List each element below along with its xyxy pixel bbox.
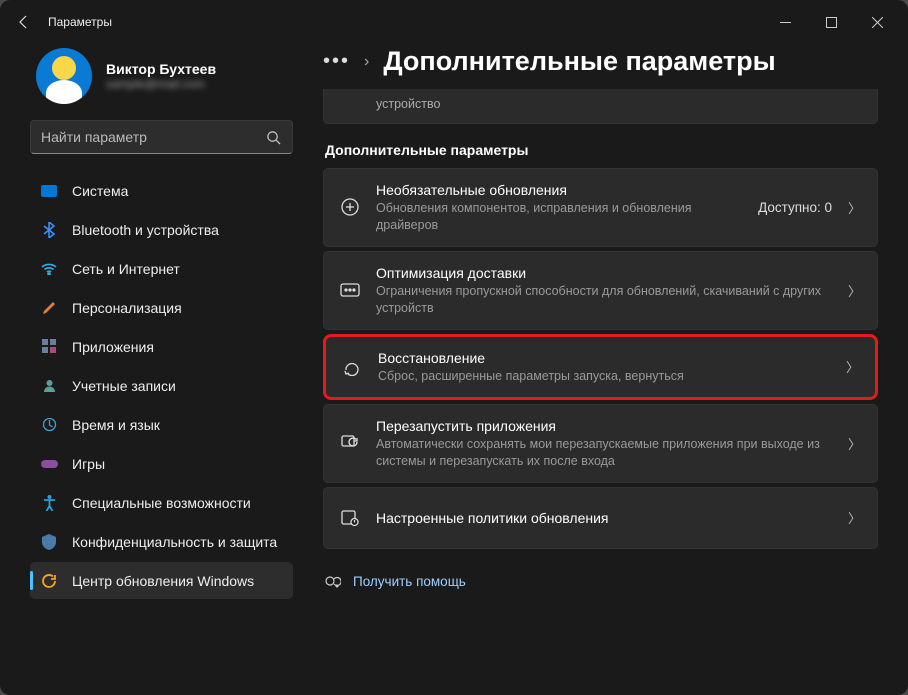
breadcrumb: ••• › Дополнительные параметры [323, 46, 878, 77]
chevron-right-icon: 〉 [848, 281, 861, 300]
avatar [36, 48, 92, 104]
search-box[interactable] [30, 120, 293, 154]
card-title: Оптимизация доставки [376, 264, 838, 282]
window-title: Параметры [48, 15, 112, 29]
search-icon [264, 128, 282, 146]
minimize-button[interactable] [762, 6, 808, 38]
nav-label: Конфиденциальность и защита [72, 534, 277, 550]
person-icon [40, 377, 58, 395]
profile-email: sample@mail.com [106, 77, 216, 91]
card-subtitle: Обновления компонентов, исправления и об… [376, 200, 748, 234]
nav-label: Сеть и Интернет [72, 261, 180, 277]
nav-system[interactable]: Система [30, 172, 293, 209]
card-title: Перезапустить приложения [376, 417, 838, 435]
update-icon [40, 572, 58, 590]
plus-circle-icon [338, 195, 362, 219]
bluetooth-icon [40, 221, 58, 239]
shield-icon [40, 533, 58, 551]
nav-label: Приложения [72, 339, 154, 355]
nav-accounts[interactable]: Учетные записи [30, 367, 293, 404]
nav-label: Bluetooth и устройства [72, 222, 219, 238]
restart-apps-icon [338, 431, 362, 455]
section-header: Дополнительные параметры [325, 142, 878, 158]
card-restart-apps[interactable]: Перезапустить приложения Автоматически с… [323, 404, 878, 483]
card-value: Доступно: 0 [758, 200, 832, 215]
card-delivery-optimization[interactable]: Оптимизация доставки Ограничения пропуск… [323, 251, 878, 330]
chevron-right-icon: › [364, 53, 369, 71]
page-title: Дополнительные параметры [383, 46, 775, 77]
close-button[interactable] [854, 6, 900, 38]
nav-privacy[interactable]: Конфиденциальность и защита [30, 523, 293, 560]
sidebar: Виктор Бухтеев sample@mail.com Система B… [0, 44, 305, 695]
nav-label: Специальные возможности [72, 495, 251, 511]
card-subtitle: Сброс, расширенные параметры запуска, ве… [378, 368, 836, 385]
settings-window: Параметры Виктор Бухтеев sample@mail.com… [0, 0, 908, 695]
chevron-right-icon: 〉 [848, 508, 861, 527]
gamepad-icon [40, 455, 58, 473]
nav-apps[interactable]: Приложения [30, 328, 293, 365]
profile-block[interactable]: Виктор Бухтеев sample@mail.com [36, 48, 293, 104]
card-configured-policies[interactable]: Настроенные политики обновления 〉 [323, 487, 878, 549]
nav-label: Система [72, 183, 128, 199]
chevron-right-icon: 〉 [848, 434, 861, 453]
main-content: ••• › Дополнительные параметры устройств… [305, 44, 908, 695]
clock-globe-icon [40, 416, 58, 434]
titlebar: Параметры [0, 0, 908, 44]
nav-personalization[interactable]: Персонализация [30, 289, 293, 326]
nav-label: Игры [72, 456, 105, 472]
stub-text: устройство [376, 97, 440, 111]
card-title: Настроенные политики обновления [376, 509, 838, 527]
help-icon [323, 573, 341, 591]
nav-label: Время и язык [72, 417, 160, 433]
search-input[interactable] [41, 129, 264, 145]
get-help-link[interactable]: Получить помощь [323, 573, 878, 591]
breadcrumb-ellipsis[interactable]: ••• [323, 50, 350, 73]
nav-bluetooth[interactable]: Bluetooth и устройства [30, 211, 293, 248]
display-icon [40, 182, 58, 200]
speedometer-icon [338, 278, 362, 302]
card-recovery[interactable]: Восстановление Сброс, расширенные параме… [323, 334, 878, 400]
nav-gaming[interactable]: Игры [30, 445, 293, 482]
card-subtitle: Ограничения пропускной способности для о… [376, 283, 838, 317]
chevron-right-icon: 〉 [848, 198, 861, 217]
card-optional-updates[interactable]: Необязательные обновления Обновления ком… [323, 168, 878, 247]
nav-label: Персонализация [72, 300, 182, 316]
nav-network[interactable]: Сеть и Интернет [30, 250, 293, 287]
nav-accessibility[interactable]: Специальные возможности [30, 484, 293, 521]
card-title: Необязательные обновления [376, 181, 748, 199]
card-title: Восстановление [378, 349, 836, 367]
policies-icon [338, 506, 362, 530]
help-label: Получить помощь [353, 574, 466, 589]
nav-windows-update[interactable]: Центр обновления Windows [30, 562, 293, 599]
wifi-icon [40, 260, 58, 278]
apps-icon [40, 338, 58, 356]
truncated-card[interactable]: устройство [323, 89, 878, 124]
recovery-icon [340, 355, 364, 379]
nav-list: Система Bluetooth и устройства Сеть и Ин… [30, 172, 293, 599]
nav-label: Учетные записи [72, 378, 176, 394]
nav-time-language[interactable]: Время и язык [30, 406, 293, 443]
nav-label: Центр обновления Windows [72, 573, 254, 589]
profile-name: Виктор Бухтеев [106, 61, 216, 77]
paintbrush-icon [40, 299, 58, 317]
card-subtitle: Автоматически сохранять мои перезапускае… [376, 436, 838, 470]
maximize-button[interactable] [808, 6, 854, 38]
chevron-right-icon: 〉 [846, 357, 859, 376]
back-button[interactable] [8, 6, 40, 38]
accessibility-icon [40, 494, 58, 512]
